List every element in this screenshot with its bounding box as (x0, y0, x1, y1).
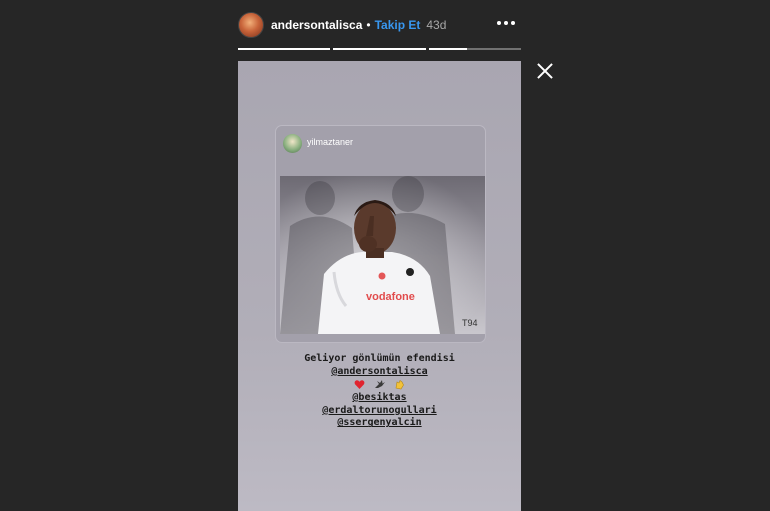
mention-erdaltorunogullari[interactable]: @erdaltorunogullari (322, 405, 436, 416)
mention-andersontalisca[interactable]: @andersontalisca (331, 366, 427, 377)
mention-ssergenyalcin[interactable]: @ssergenyalcin (337, 417, 421, 428)
separator-dot: • (366, 18, 371, 32)
clapping-hands-emoji (395, 379, 404, 389)
progress-segment[interactable] (428, 48, 521, 50)
shared-post-card[interactable]: yilmaztaner vodafone T94 (275, 125, 486, 343)
close-icon[interactable] (536, 62, 554, 80)
emoji-line (238, 379, 521, 392)
post-author-avatar[interactable] (283, 134, 302, 153)
more-options-icon[interactable] (497, 18, 515, 28)
story-header: andersontalisca • Takip Et 43d (238, 8, 521, 42)
timestamp: 43d (426, 18, 447, 32)
progress-segment[interactable] (238, 48, 331, 50)
post-watermark: T94 (462, 318, 478, 328)
progress-segment[interactable] (333, 48, 426, 50)
story-progress (238, 48, 521, 50)
progress-fill (428, 48, 468, 50)
story-caption: Geliyor gönlümün efendisi @andersontalis… (238, 353, 521, 430)
heart-emoji (355, 379, 365, 389)
post-image[interactable]: vodafone T94 (280, 176, 485, 334)
svg-text:vodafone: vodafone (366, 291, 415, 303)
mention-besiktas[interactable]: @besiktas (352, 392, 406, 403)
progress-fill (238, 48, 331, 50)
username[interactable]: andersontalisca (271, 18, 362, 32)
caption-line: Geliyor gönlümün efendisi (304, 353, 455, 364)
story-content[interactable]: yilmaztaner vodafone T94 Geliyor gönlümü… (238, 61, 521, 511)
profile-avatar[interactable] (238, 12, 264, 38)
progress-fill (333, 48, 426, 50)
eagle-emoji (374, 379, 385, 388)
post-author-username[interactable]: yilmaztaner (307, 137, 353, 147)
follow-button[interactable]: Takip Et (375, 18, 421, 32)
story-viewer: andersontalisca • Takip Et 43d yilmaztan… (0, 0, 770, 511)
